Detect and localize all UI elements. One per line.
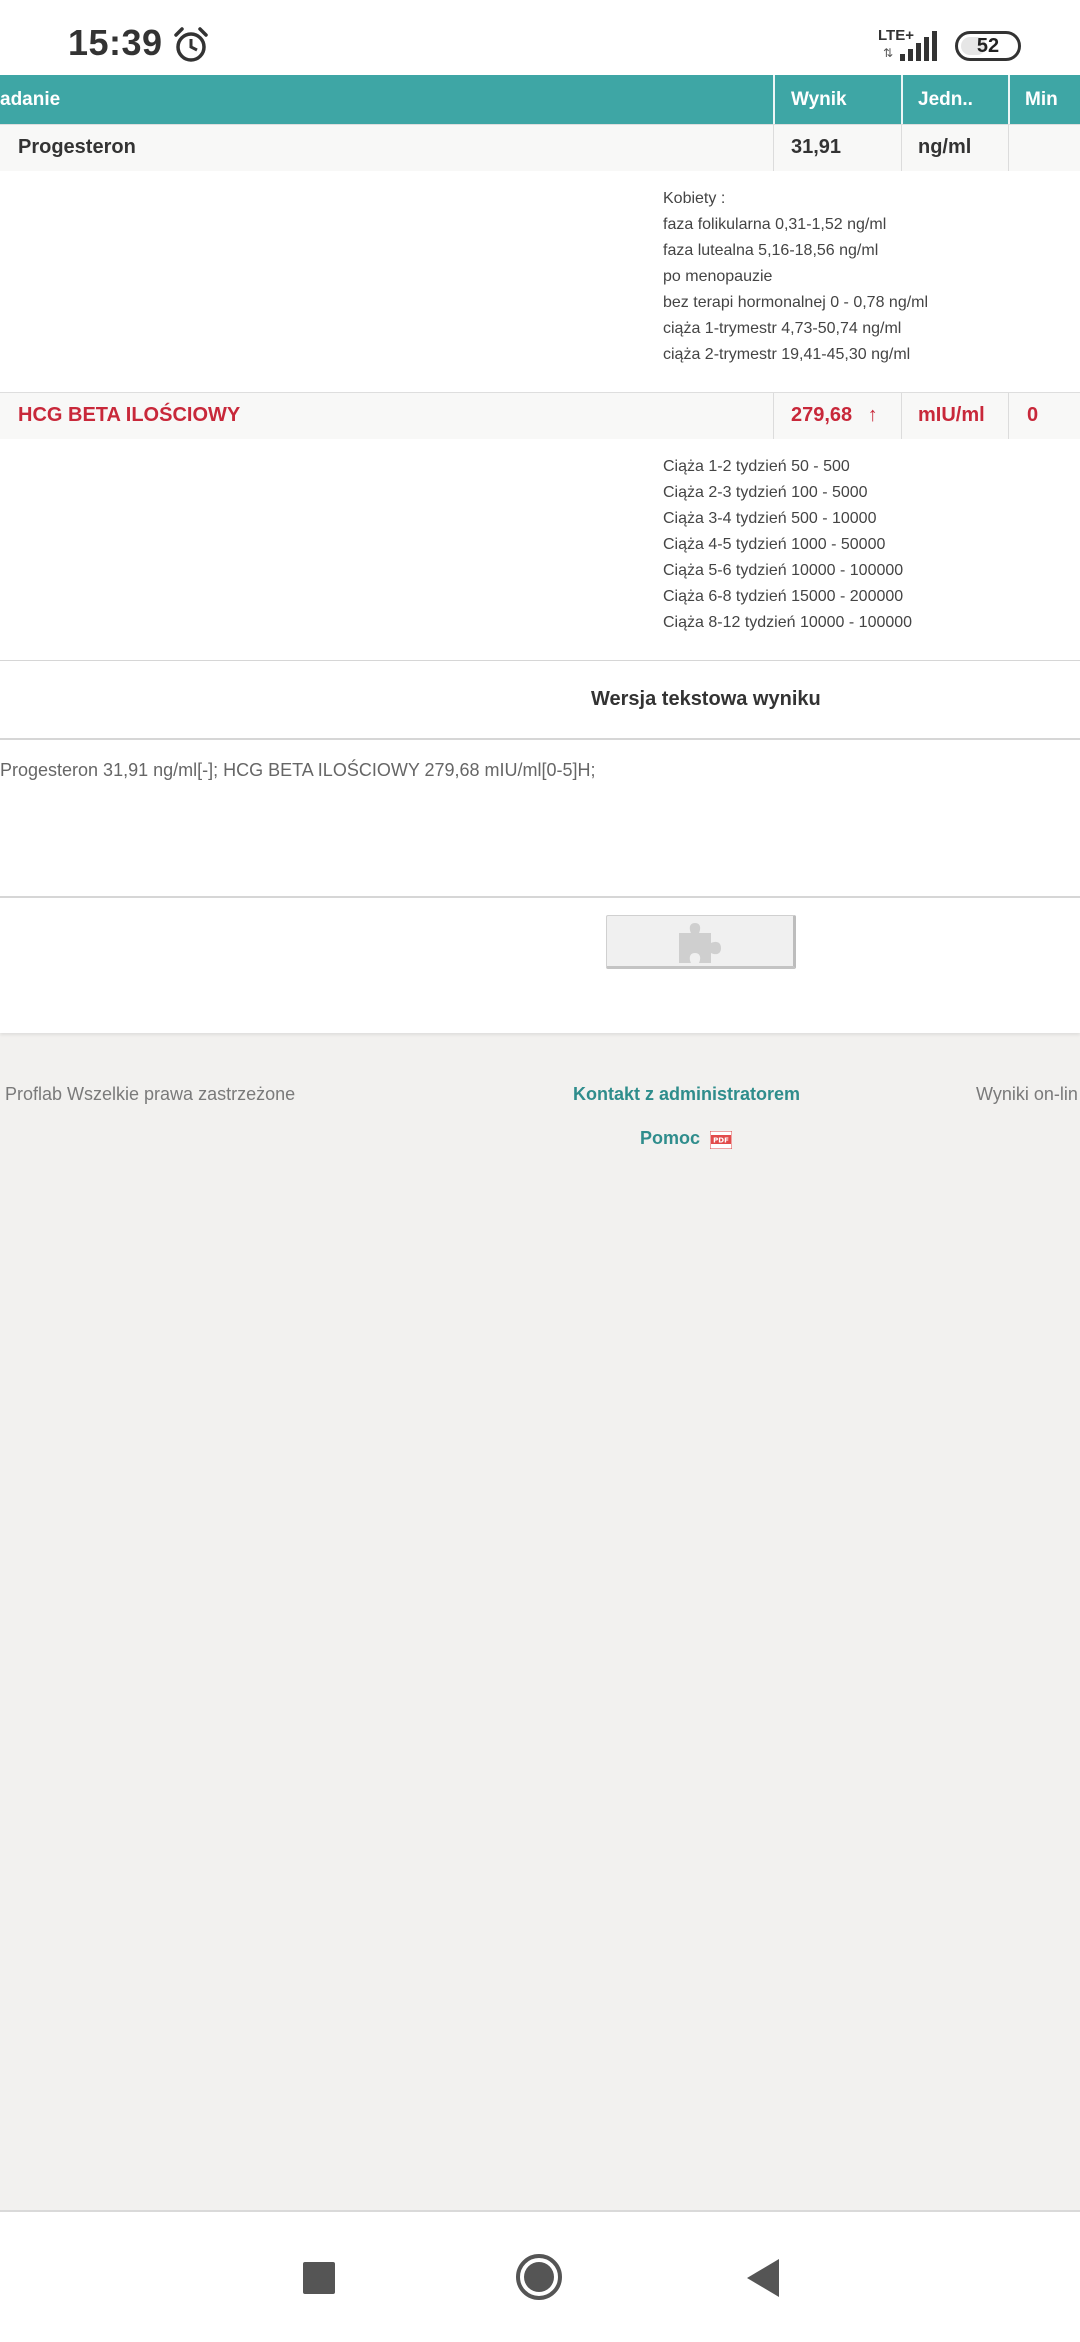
signal-icon <box>900 31 937 61</box>
system-nav-bar <box>0 2210 1080 2342</box>
puzzle-piece-icon <box>679 923 721 963</box>
reference-line: Ciąża 8-12 tydzień 10000 - 100000 <box>663 614 913 631</box>
battery-level: 52 <box>976 35 1000 57</box>
home-button[interactable] <box>515 2253 563 2301</box>
reference-line: Ciąża 1-2 tydzień 50 - 500 <box>663 458 850 475</box>
reference-line: Ciąża 2-3 tydzień 100 - 5000 <box>663 484 868 501</box>
text-version-content: Progesteron 31,91 ng/ml[-]; HCG BETA ILO… <box>0 760 596 780</box>
test-result: 279,68 ↑ <box>791 404 878 426</box>
reference-ranges: Ciąża 1-2 tydzień 50 - 500 Ciąża 2-3 tyd… <box>0 439 1080 660</box>
reference-line: bez terapi hormonalnej 0 - 0,78 ng/ml <box>663 294 929 311</box>
back-button[interactable] <box>745 2257 781 2299</box>
reference-line: ciąża 2-trymestr 19,41-45,30 ng/ml <box>663 346 911 363</box>
text-version-header: Wersja tekstowa wyniku <box>0 660 1080 740</box>
arrow-up-icon: ↑ <box>867 404 878 426</box>
results-online-link[interactable]: Wyniki on-lin <box>976 1084 1078 1105</box>
alarm-icon <box>174 27 208 62</box>
recent-apps-button[interactable] <box>303 2262 335 2294</box>
battery-icon: 52 <box>955 31 1021 61</box>
contact-admin-link[interactable]: Kontakt z administratorem <box>573 1084 800 1105</box>
status-bar: 15:39 LTE+ ⇅ 52 <box>0 0 1080 75</box>
test-result: 31,91 <box>791 136 842 158</box>
test-name: Progesteron <box>18 136 136 158</box>
pdf-icon[interactable]: PDF <box>710 1131 732 1149</box>
pdf-badge-text: PDF <box>713 1137 729 1145</box>
reference-line: Ciąża 3-4 tydzień 500 - 10000 <box>663 510 877 527</box>
header-result[interactable]: Wynik <box>791 75 901 124</box>
test-unit: mIU/ml <box>918 404 985 426</box>
reference-line: faza folikularna 0,31-1,52 ng/ml <box>663 216 887 233</box>
reference-line: ciąża 1-trymestr 4,73-50,74 ng/ml <box>663 320 902 337</box>
reference-line: Kobiety : <box>663 190 726 207</box>
text-version-title: Wersja tekstowa wyniku <box>591 688 821 710</box>
table-row[interactable]: Progesteron 31,91 ng/ml <box>0 124 1080 172</box>
plugin-area <box>0 898 1080 1033</box>
table-row[interactable]: HCG BETA ILOŚCIOWY 279,68 ↑ mIU/ml 0 <box>0 392 1080 440</box>
status-time: 15:39 <box>68 22 163 63</box>
test-name: HCG BETA ILOŚCIOWY <box>18 404 241 426</box>
reference-line: Ciąża 5-6 tydzień 10000 - 100000 <box>663 562 904 579</box>
footer-copyright: Proflab Wszelkie prawa zastrzeżone <box>5 1084 296 1104</box>
test-min: 0 <box>1027 404 1039 426</box>
plugin-placeholder-button[interactable] <box>606 915 796 969</box>
data-arrows-icon: ⇅ <box>883 46 894 60</box>
header-name[interactable]: adanie <box>0 75 773 124</box>
header-separator <box>901 75 903 124</box>
help-link[interactable]: Pomoc <box>640 1128 700 1149</box>
reference-line: faza lutealna 5,16-18,56 ng/ml <box>663 242 879 259</box>
header-separator <box>1008 75 1010 124</box>
header-unit[interactable]: Jedn.. <box>918 75 1008 124</box>
test-unit: ng/ml <box>918 136 972 158</box>
header-min[interactable]: Min <box>1025 75 1080 124</box>
reference-line: Ciąża 4-5 tydzień 1000 - 50000 <box>663 536 886 553</box>
header-separator <box>773 75 775 124</box>
results-table-header: adanie Wynik Jedn.. Min <box>0 75 1080 124</box>
text-version-body: Progesteron 31,91 ng/ml[-]; HCG BETA ILO… <box>0 740 1080 898</box>
reference-line: Ciąża 6-8 tydzień 15000 - 200000 <box>663 588 904 605</box>
reference-ranges: Kobiety : faza folikularna 0,31-1,52 ng/… <box>0 171 1080 392</box>
reference-line: po menopauzie <box>663 268 773 285</box>
